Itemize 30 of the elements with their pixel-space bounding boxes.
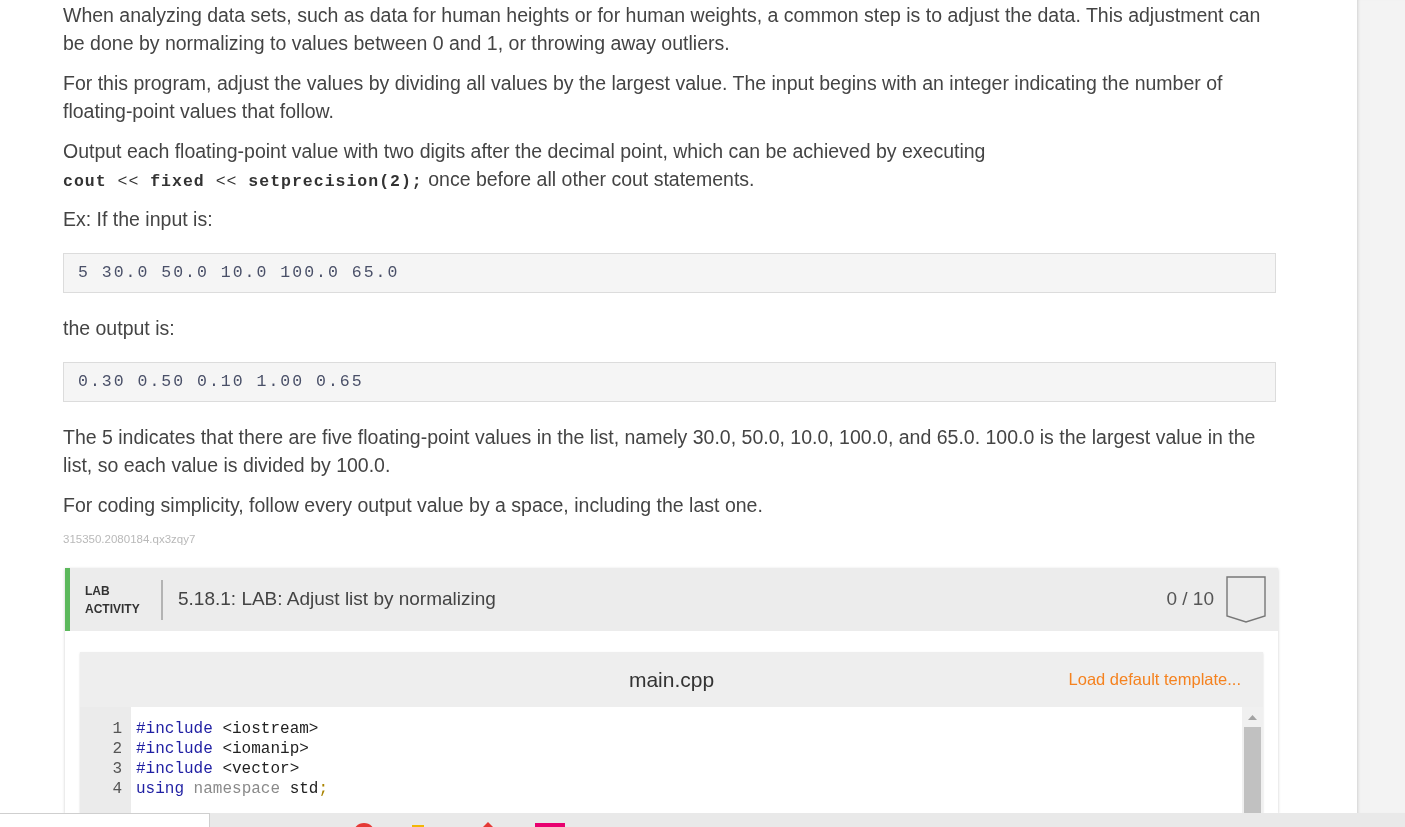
code-line: #include <vector> — [136, 759, 300, 779]
scrollbar[interactable] — [1242, 707, 1263, 813]
paragraph: For coding simplicity, follow every output value by a space, including the last one. — [63, 493, 764, 518]
code-sample: 0.30 0.50 0.10 1.00 0.65 — [63, 362, 1276, 402]
line-number: 3 — [111, 759, 123, 779]
paragraph: Output each floating-point value with two digits after the decimal point, which can be achieved by executing cout << fixed << setprecision(2); once before all other cout statements. — [63, 139, 987, 193]
search-field[interactable] — [0, 813, 210, 827]
code-line: #include <iomanip> — [136, 739, 309, 759]
paragraph: The 5 indicates that there are five floating-point values in the list, namely 30.0, 50.0, 10.0, 100.0, and 65.0. 100.0 is the largest value in the list, so each value is divided by 100.0. — [63, 425, 1257, 478]
line-number: 4 — [111, 779, 123, 799]
lab-title: 5.18.1: LAB: Adjust list by normalizing — [178, 587, 496, 612]
file-name: main.cpp — [628, 666, 715, 693]
score-text: 0 / 10 — [1166, 587, 1214, 612]
paragraph: the output is: — [63, 316, 176, 341]
triangle-icon[interactable] — [483, 822, 493, 827]
paragraph: For this program, adjust the values by dividing all values by the largest value. The input begins with an integer indicating the number of floating-point values that follow. — [63, 71, 1224, 124]
code-line: #include <iostream> — [136, 719, 319, 739]
line-number: 2 — [111, 739, 123, 759]
paragraph: Ex: If the input is: — [63, 207, 214, 232]
activity-id: 315350.2080184.qx3zqy7 — [63, 532, 196, 547]
lab-label: LAB ACTIVITY — [84, 582, 141, 618]
paragraph: When analyzing data sets, such as data for human heights or for human weights, a common step is to adjust the data. This adjustment can be done by normalizing to values between 0 and 1, or throwing away outliers. — [63, 3, 1262, 56]
line-number: 1 — [111, 719, 123, 739]
scrollbar-thumb[interactable] — [1244, 727, 1261, 813]
code-line: using namespace std; — [136, 779, 329, 799]
stripe-icon[interactable] — [412, 825, 424, 827]
code-editor[interactable]: #include <iostream> #include <iomanip> #include <vector> using namespace std; — [131, 707, 1242, 813]
square-icon[interactable] — [535, 823, 565, 827]
code-sample: 5 30.0 50.0 10.0 100.0 65.0 — [63, 253, 1276, 293]
scroll-up-icon[interactable] — [1248, 715, 1257, 720]
